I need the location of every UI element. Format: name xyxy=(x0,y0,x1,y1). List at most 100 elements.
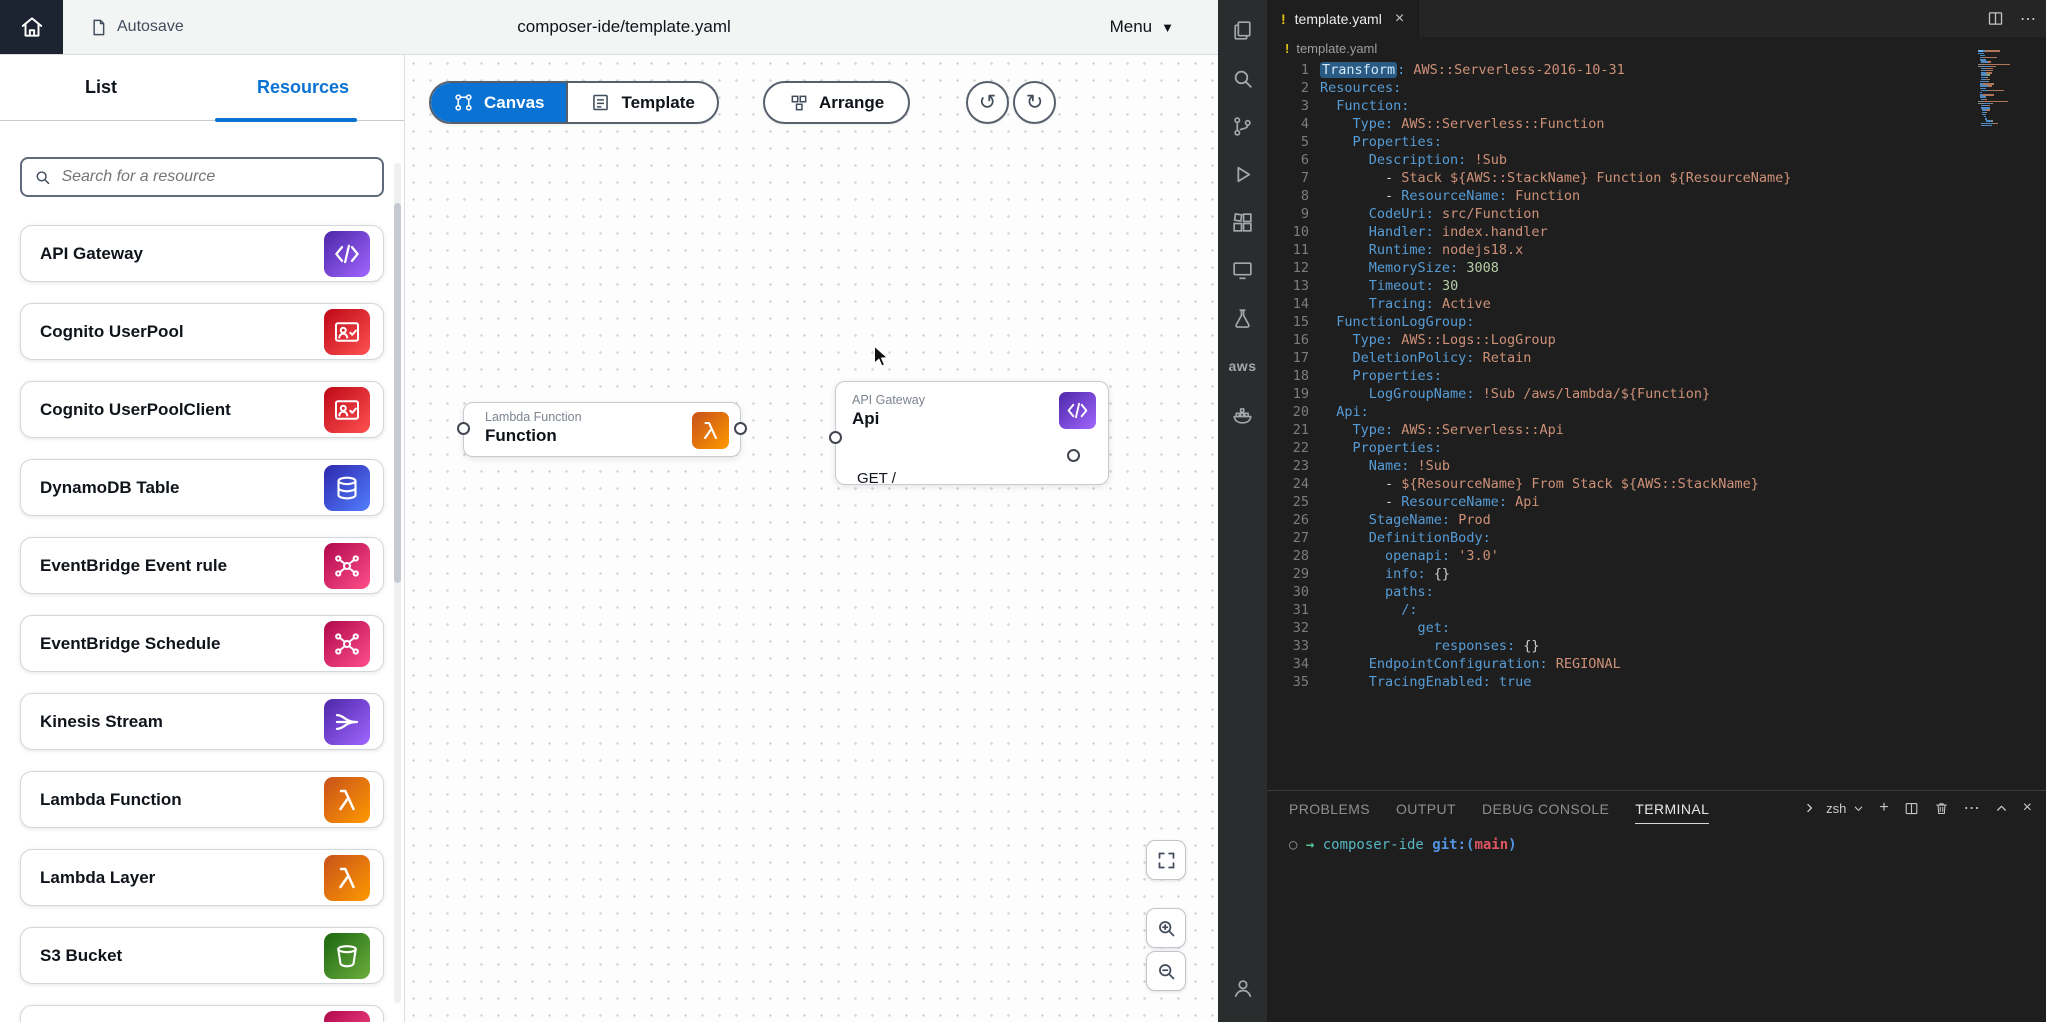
code-line[interactable]: 3 Function: xyxy=(1267,97,2046,115)
split-terminal-icon[interactable] xyxy=(1904,801,1919,816)
panel-more-tabs-icon[interactable]: ⋯ xyxy=(1649,798,1664,816)
split-editor-icon[interactable] xyxy=(1987,10,2004,27)
template-view-button[interactable]: Template xyxy=(566,83,716,122)
panel-tab[interactable]: TERMINAL xyxy=(1635,793,1709,824)
tab-list[interactable]: List xyxy=(0,55,202,120)
remote-explorer-icon[interactable] xyxy=(1219,246,1267,294)
code-line[interactable]: 12 MemorySize: 3008 xyxy=(1267,259,2046,277)
home-icon xyxy=(19,14,45,40)
source-control-icon[interactable] xyxy=(1219,102,1267,150)
search-input[interactable] xyxy=(61,168,370,186)
code-line[interactable]: 27 DefinitionBody: xyxy=(1267,529,2046,547)
maximize-panel-icon[interactable] xyxy=(1995,802,2008,815)
redo-button[interactable]: ↻ xyxy=(1013,81,1056,124)
code-line[interactable]: 17 DeletionPolicy: Retain xyxy=(1267,349,2046,367)
close-icon[interactable]: × xyxy=(1395,10,1404,28)
code-line[interactable]: 18 Properties: xyxy=(1267,367,2046,385)
code-line[interactable]: 30 paths: xyxy=(1267,583,2046,601)
resource-search[interactable] xyxy=(20,157,384,197)
code-line[interactable]: 20 Api: xyxy=(1267,403,2046,421)
sidebar-scrollbar[interactable] xyxy=(394,163,401,1003)
panel-tab[interactable]: PROBLEMS xyxy=(1289,793,1370,823)
code-line[interactable]: 10 Handler: index.handler xyxy=(1267,223,2046,241)
testing-icon[interactable] xyxy=(1219,294,1267,342)
connection-port-left[interactable] xyxy=(829,431,842,444)
run-debug-icon[interactable] xyxy=(1219,150,1267,198)
search-icon[interactable] xyxy=(1219,54,1267,102)
code-line[interactable]: 23 Name: !Sub xyxy=(1267,457,2046,475)
code-line[interactable]: 35 TracingEnabled: true xyxy=(1267,673,2046,691)
tab-resources[interactable]: Resources xyxy=(202,55,404,120)
resource-list-item[interactable]: API Gateway xyxy=(20,225,384,282)
minimap[interactable] xyxy=(1978,50,2040,127)
code-line[interactable]: 1Transform: AWS::Serverless-2016-10-31 xyxy=(1267,61,2046,79)
shell-picker[interactable]: zsh xyxy=(1805,801,1864,816)
more-actions-icon[interactable]: ⋯ xyxy=(2020,9,2036,29)
code-line[interactable]: 19 LogGroupName: !Sub /aws/lambda/${Func… xyxy=(1267,385,2046,403)
route-port[interactable] xyxy=(1067,449,1080,462)
zoom-in-button[interactable] xyxy=(1146,908,1186,948)
canvas-view-button[interactable]: Canvas xyxy=(431,83,566,122)
code-line[interactable]: 24 - ${ResourceName} From Stack ${AWS::S… xyxy=(1267,475,2046,493)
resource-list-item[interactable]: Cognito UserPool xyxy=(20,303,384,360)
new-terminal-icon[interactable]: + xyxy=(1879,799,1888,817)
resource-list-item[interactable]: DynamoDB Table xyxy=(20,459,384,516)
canvas-node-api[interactable]: API Gateway Api GET / xyxy=(835,381,1109,485)
resource-list-item[interactable]: EventBridge Schedule xyxy=(20,615,384,672)
code-line[interactable]: 29 info: {} xyxy=(1267,565,2046,583)
code-line[interactable]: 4 Type: AWS::Serverless::Function xyxy=(1267,115,2046,133)
extensions-icon[interactable] xyxy=(1219,198,1267,246)
code-line[interactable]: 13 Timeout: 30 xyxy=(1267,277,2046,295)
code-line[interactable]: 22 Properties: xyxy=(1267,439,2046,457)
code-area[interactable]: 1Transform: AWS::Serverless-2016-10-312R… xyxy=(1267,59,2046,790)
editor-tab-template-yaml[interactable]: ! template.yaml × xyxy=(1267,0,1419,37)
code-line[interactable]: 28 openapi: '3.0' xyxy=(1267,547,2046,565)
code-line[interactable]: 2Resources: xyxy=(1267,79,2046,97)
kill-terminal-icon[interactable] xyxy=(1934,801,1949,816)
terminal-output[interactable]: ○ → composer-ide git:(main) xyxy=(1267,825,2046,853)
code-line[interactable]: 5 Properties: xyxy=(1267,133,2046,151)
code-line[interactable]: 16 Type: AWS::Logs::LogGroup xyxy=(1267,331,2046,349)
resource-list-item[interactable]: EventBridge Event rule xyxy=(20,537,384,594)
explorer-icon[interactable] xyxy=(1219,6,1267,54)
resource-list-item[interactable]: Cognito UserPoolClient xyxy=(20,381,384,438)
panel-tab[interactable]: OUTPUT xyxy=(1396,793,1456,823)
connection-port-left[interactable] xyxy=(457,422,470,435)
menu-button[interactable]: Menu ▼ xyxy=(1110,17,1174,37)
canvas-node-function[interactable]: Lambda Function Function xyxy=(463,402,741,457)
code-line[interactable]: 34 EndpointConfiguration: REGIONAL xyxy=(1267,655,2046,673)
code-line[interactable]: 26 StageName: Prod xyxy=(1267,511,2046,529)
account-icon[interactable] xyxy=(1219,964,1267,1012)
code-line[interactable]: 21 Type: AWS::Serverless::Api xyxy=(1267,421,2046,439)
panel-tab[interactable]: DEBUG CONSOLE xyxy=(1482,793,1609,823)
connection-port-right[interactable] xyxy=(734,422,747,435)
code-line[interactable]: 7 - Stack ${AWS::StackName} Function ${R… xyxy=(1267,169,2046,187)
code-line[interactable]: 9 CodeUri: src/Function xyxy=(1267,205,2046,223)
code-line[interactable]: 11 Runtime: nodejs18.x xyxy=(1267,241,2046,259)
home-button[interactable] xyxy=(0,0,63,54)
resource-list-item[interactable]: Kinesis Stream xyxy=(20,693,384,750)
code-line[interactable]: 25 - ResourceName: Api xyxy=(1267,493,2046,511)
panel-more-actions-icon[interactable]: ⋯ xyxy=(1964,798,1980,818)
composer-canvas[interactable]: Canvas Template Arrange ↺ ↻ L xyxy=(405,55,1218,1022)
code-line[interactable]: 6 Description: !Sub xyxy=(1267,151,2046,169)
resource-list-item[interactable] xyxy=(20,1005,384,1022)
code-line[interactable]: 33 responses: {} xyxy=(1267,637,2046,655)
scrollbar-thumb[interactable] xyxy=(394,203,401,583)
zoom-fit-button[interactable] xyxy=(1146,840,1186,880)
aws-toolkit-icon[interactable]: aws xyxy=(1219,342,1267,390)
close-panel-icon[interactable]: × xyxy=(2023,799,2032,817)
breadcrumb[interactable]: ! template.yaml xyxy=(1267,37,2046,59)
resource-list-item[interactable]: Lambda Layer xyxy=(20,849,384,906)
code-line[interactable]: 15 FunctionLogGroup: xyxy=(1267,313,2046,331)
arrange-button[interactable]: Arrange xyxy=(763,81,910,124)
docker-icon[interactable] xyxy=(1219,390,1267,438)
zoom-out-button[interactable] xyxy=(1146,951,1186,991)
resource-list-item[interactable]: Lambda Function xyxy=(20,771,384,828)
code-line[interactable]: 8 - ResourceName: Function xyxy=(1267,187,2046,205)
resource-list-item[interactable]: S3 Bucket xyxy=(20,927,384,984)
code-line[interactable]: 31 /: xyxy=(1267,601,2046,619)
code-line[interactable]: 14 Tracing: Active xyxy=(1267,295,2046,313)
undo-button[interactable]: ↺ xyxy=(966,81,1009,124)
code-line[interactable]: 32 get: xyxy=(1267,619,2046,637)
